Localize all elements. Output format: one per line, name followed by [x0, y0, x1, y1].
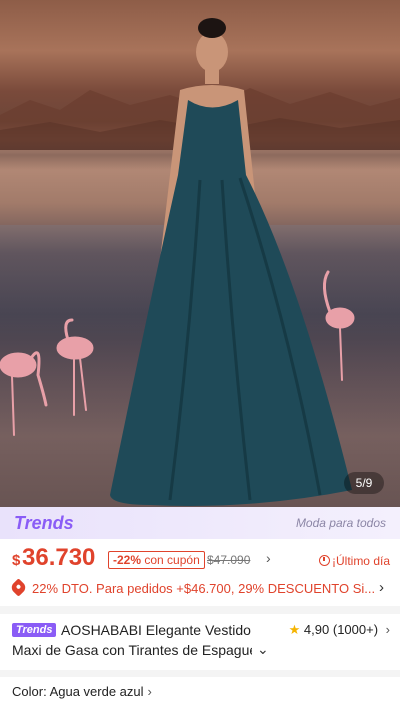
star-icon: ★: [288, 622, 301, 637]
chevron-right-icon: ›: [385, 622, 390, 637]
promotion-text: 22% DTO. Para pedidos +$46.700, 29% DESC…: [32, 581, 376, 596]
product-title-block[interactable]: Trends AOSHABABI Elegante Vestido Maxi d…: [12, 620, 392, 664]
clock-icon: [318, 555, 330, 566]
tag-icon: [9, 578, 28, 597]
trends-logo: Trends: [14, 513, 74, 533]
product-image-gallery[interactable]: 5/9: [0, 0, 400, 507]
price-amount: 36.730: [22, 544, 96, 571]
last-day-label: ¡Último día: [331, 554, 390, 568]
price-currency: $: [12, 552, 21, 569]
trends-badge: Trends: [12, 623, 57, 637]
gallery-counter: 5/9: [344, 472, 384, 494]
product-title-line1: AOSHABABI Elegante Vestido: [61, 622, 251, 638]
divider: [0, 670, 400, 677]
coupon-discount-badge[interactable]: -22% con cupón: [108, 551, 205, 569]
product-title-line2: Maxi de Gasa con Tirantes de Espagueti: [12, 642, 252, 658]
chevron-down-icon[interactable]: ⌄: [257, 641, 269, 658]
color-label: Color: Agua verde azul: [12, 684, 144, 699]
color-selector[interactable]: Color: Agua verde azul ›: [12, 684, 152, 699]
trends-tagline: Moda para todos: [295, 516, 386, 530]
chevron-right-icon: ›: [147, 684, 152, 699]
model-in-dress: [110, 18, 352, 506]
original-price: $47.090: [207, 553, 251, 567]
last-day-notice: ¡Último día: [318, 554, 390, 568]
discount-percent: -22%: [113, 553, 142, 567]
divider: [0, 606, 400, 614]
chevron-right-icon[interactable]: ›: [379, 579, 384, 596]
chevron-right-icon[interactable]: ›: [266, 550, 271, 566]
rating-value: 4,90: [303, 622, 330, 637]
review-count: (1000+): [332, 622, 379, 637]
discount-label: con cupón: [144, 553, 200, 567]
promotion-row[interactable]: 22% DTO. Para pedidos +$46.700, 29% DESC…: [9, 578, 392, 599]
trends-banner[interactable]: Trends Moda para todos: [0, 507, 400, 539]
rating-summary[interactable]: ★ 4,90 (1000+) ›: [289, 622, 390, 638]
price-row: $ 36.730 -22% con cupón $47.090 › ¡Últim…: [12, 544, 390, 574]
